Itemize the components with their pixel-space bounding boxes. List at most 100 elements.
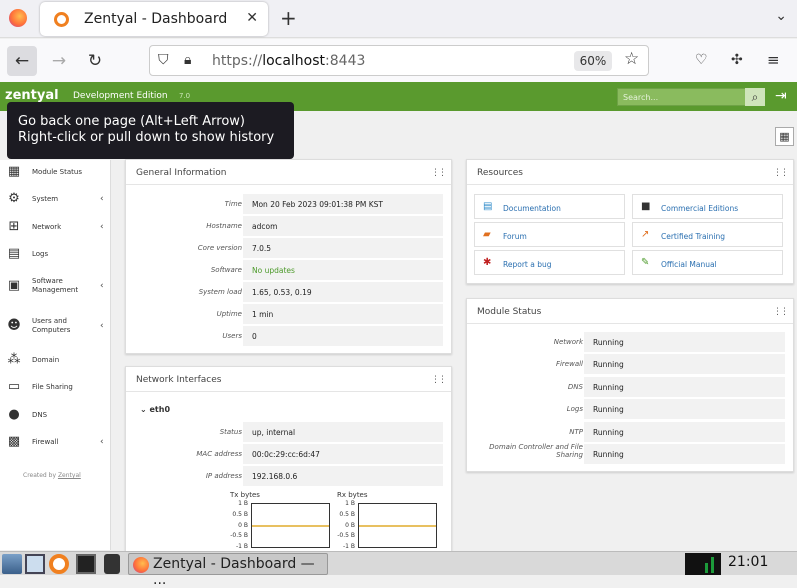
- info-row: System load 1.65, 0.53, 0.19: [134, 282, 443, 302]
- zentyal-logo[interactable]: zentyal: [5, 88, 59, 103]
- row-key: Users: [222, 332, 242, 340]
- sidebar: ▦ Module Status ⚙ System ‹ ⊞ Network ‹ ▤ Logs ▣ Sof…: [0, 160, 111, 550]
- sidebar-item[interactable]: ⚙ System ‹: [0, 186, 111, 213]
- taskbar-window-firefox[interactable]: Zentyal - Dashboard — ...: [128, 553, 328, 588]
- os-taskbar: Zentyal - Dashboard — ... 21:01: [0, 551, 797, 588]
- sidebar-item[interactable]: ● DNS: [0, 402, 111, 429]
- reload-button[interactable]: ↻: [80, 46, 110, 76]
- iface-toggle[interactable]: ⌄ eth0: [140, 405, 170, 414]
- chevron-left-icon[interactable]: ‹: [100, 194, 104, 204]
- back-button[interactable]: ←: [7, 46, 37, 76]
- url-text[interactable]: https://localhost:8443: [212, 53, 365, 69]
- info-row: Firewall Running: [475, 354, 785, 375]
- terminal-icon[interactable]: [76, 554, 96, 574]
- chevron-left-icon[interactable]: ‹: [100, 437, 104, 447]
- resource-link-certified-training[interactable]: ↗ Certified Training: [632, 222, 783, 247]
- sidebar-item[interactable]: ⊞ Network ‹: [0, 214, 111, 241]
- resource-link-label: Official Manual: [661, 260, 717, 269]
- version-label: 7.0: [179, 92, 191, 100]
- row-value: Running: [584, 376, 785, 397]
- resource-link-official-manual[interactable]: ✎ Official Manual: [632, 250, 783, 275]
- drag-handle-icon[interactable]: ⋮⋮: [773, 168, 789, 178]
- shield-icon[interactable]: ⛉: [158, 52, 169, 68]
- forward-button[interactable]: →: [44, 46, 74, 76]
- general-information-panel: General Information ⋮⋮ Time Mon 20 Feb 202…: [125, 159, 452, 354]
- drag-handle-icon[interactable]: ⋮⋮: [431, 168, 447, 178]
- network-interfaces-panel: Network Interfaces ⋮⋮ ⌄ eth0 Status up, in…: [125, 366, 452, 556]
- sidebar-item[interactable]: ▣ Software Management ‹: [0, 273, 111, 300]
- info-row: NTP Running: [475, 421, 785, 442]
- sidebar-item-label: Domain: [32, 356, 60, 364]
- row-value: 0: [243, 326, 443, 346]
- info-row: Software No updates: [134, 260, 443, 280]
- credit-text: Created by Zentyal: [23, 472, 81, 479]
- panel-title: Resources: [477, 168, 523, 178]
- firefox-icon: [133, 557, 149, 573]
- firefox-menu-icon[interactable]: [9, 9, 27, 27]
- row-key: Time: [224, 200, 242, 208]
- resource-link-forum[interactable]: ▰ Forum: [474, 222, 625, 247]
- bookmark-star-icon[interactable]: ☆: [624, 49, 639, 69]
- chevron-down-icon[interactable]: ⌄: [775, 8, 787, 24]
- info-row: Hostname adcom: [134, 216, 443, 236]
- row-value: up, internal: [243, 422, 443, 442]
- logs-icon: ▤: [7, 246, 21, 261]
- panel-title: Module Status: [477, 307, 542, 317]
- info-row: Core version 7.0.5: [134, 238, 443, 258]
- resource-link-label: Certified Training: [661, 232, 726, 241]
- tab-zentyal-dashboard[interactable]: Zentyal - Dashboard ✕: [40, 2, 268, 36]
- row-key: Logs: [566, 405, 583, 414]
- sidebar-item-label: Software Management: [32, 277, 78, 295]
- panel-title: General Information: [136, 168, 227, 178]
- row-key: System load: [198, 288, 242, 296]
- task-switch-icon[interactable]: [104, 554, 120, 574]
- resource-link-commercial-editions[interactable]: ■ Commercial Editions: [632, 194, 783, 219]
- zentyal-credit-link[interactable]: Zentyal: [58, 472, 81, 479]
- bug-icon: ✱: [483, 257, 492, 268]
- close-tab-icon[interactable]: ✕: [246, 10, 258, 26]
- sidebar-item-label-line: Computers: [32, 326, 71, 334]
- info-row: Users 0: [134, 326, 443, 346]
- sidebar-item[interactable]: ▦ Module Status: [0, 159, 111, 186]
- tx-bytes-graph: [251, 503, 330, 548]
- chevron-left-icon[interactable]: ‹: [100, 321, 104, 331]
- zoom-level[interactable]: 60%: [574, 51, 612, 71]
- sidebar-item[interactable]: ⁂ Domain: [0, 347, 111, 374]
- rx-graph-label: Rx bytes: [337, 491, 368, 499]
- resource-link-documentation[interactable]: ▤ Documentation: [474, 194, 625, 219]
- iface-name: eth0: [149, 405, 171, 414]
- row-value: Running: [584, 444, 785, 464]
- row-value: 00:0c:29:cc:6d:47: [243, 444, 443, 464]
- new-tab-button[interactable]: +: [280, 6, 297, 30]
- resource-link-report-a-bug[interactable]: ✱ Report a bug: [474, 250, 625, 275]
- start-menu-icon[interactable]: [2, 554, 22, 574]
- search-icon[interactable]: ⌕: [745, 88, 765, 106]
- zentyal-launcher-icon[interactable]: [49, 554, 69, 574]
- sidebar-item[interactable]: ▩ Firewall ‹: [0, 429, 111, 456]
- logout-icon[interactable]: ⇥: [775, 88, 787, 104]
- drag-handle-icon[interactable]: ⋮⋮: [431, 375, 447, 385]
- row-value: Running: [584, 399, 785, 420]
- lock-icon[interactable]: 🔒︎: [184, 52, 191, 68]
- url-bar[interactable]: ⛉ 🔒︎ https://localhost:8443 60% ☆: [149, 45, 649, 76]
- zentyal-favicon-icon: [54, 12, 69, 27]
- row-key-line: Domain Controller and File: [489, 443, 583, 451]
- extensions-icon[interactable]: ✣: [731, 52, 743, 68]
- chevron-left-icon[interactable]: ‹: [100, 281, 104, 291]
- drag-handle-icon[interactable]: ⋮⋮: [773, 307, 789, 317]
- sidebar-item[interactable]: ▤ Logs: [0, 241, 111, 268]
- show-desktop-icon[interactable]: [25, 554, 45, 574]
- info-row: Time Mon 20 Feb 2023 09:01:38 PM KST: [134, 194, 443, 214]
- hamburger-menu-icon[interactable]: ≡: [767, 51, 780, 69]
- dashboard-layout-icon[interactable]: ▦: [775, 127, 794, 146]
- search-input[interactable]: Search...: [617, 88, 765, 106]
- chevron-left-icon[interactable]: ‹: [100, 222, 104, 232]
- briefcase-icon: ■: [641, 201, 651, 212]
- sidebar-item[interactable]: ☻ Users and Computers ‹: [0, 313, 111, 340]
- sidebar-item-label-line: Users and: [32, 317, 67, 325]
- row-key: NTP: [569, 427, 583, 436]
- info-row: IP address 192.168.0.6: [134, 466, 443, 486]
- pocket-icon[interactable]: ♡: [695, 52, 708, 68]
- sidebar-item[interactable]: ▭ File Sharing: [0, 374, 111, 401]
- y-tick-label: 1 B: [238, 500, 248, 507]
